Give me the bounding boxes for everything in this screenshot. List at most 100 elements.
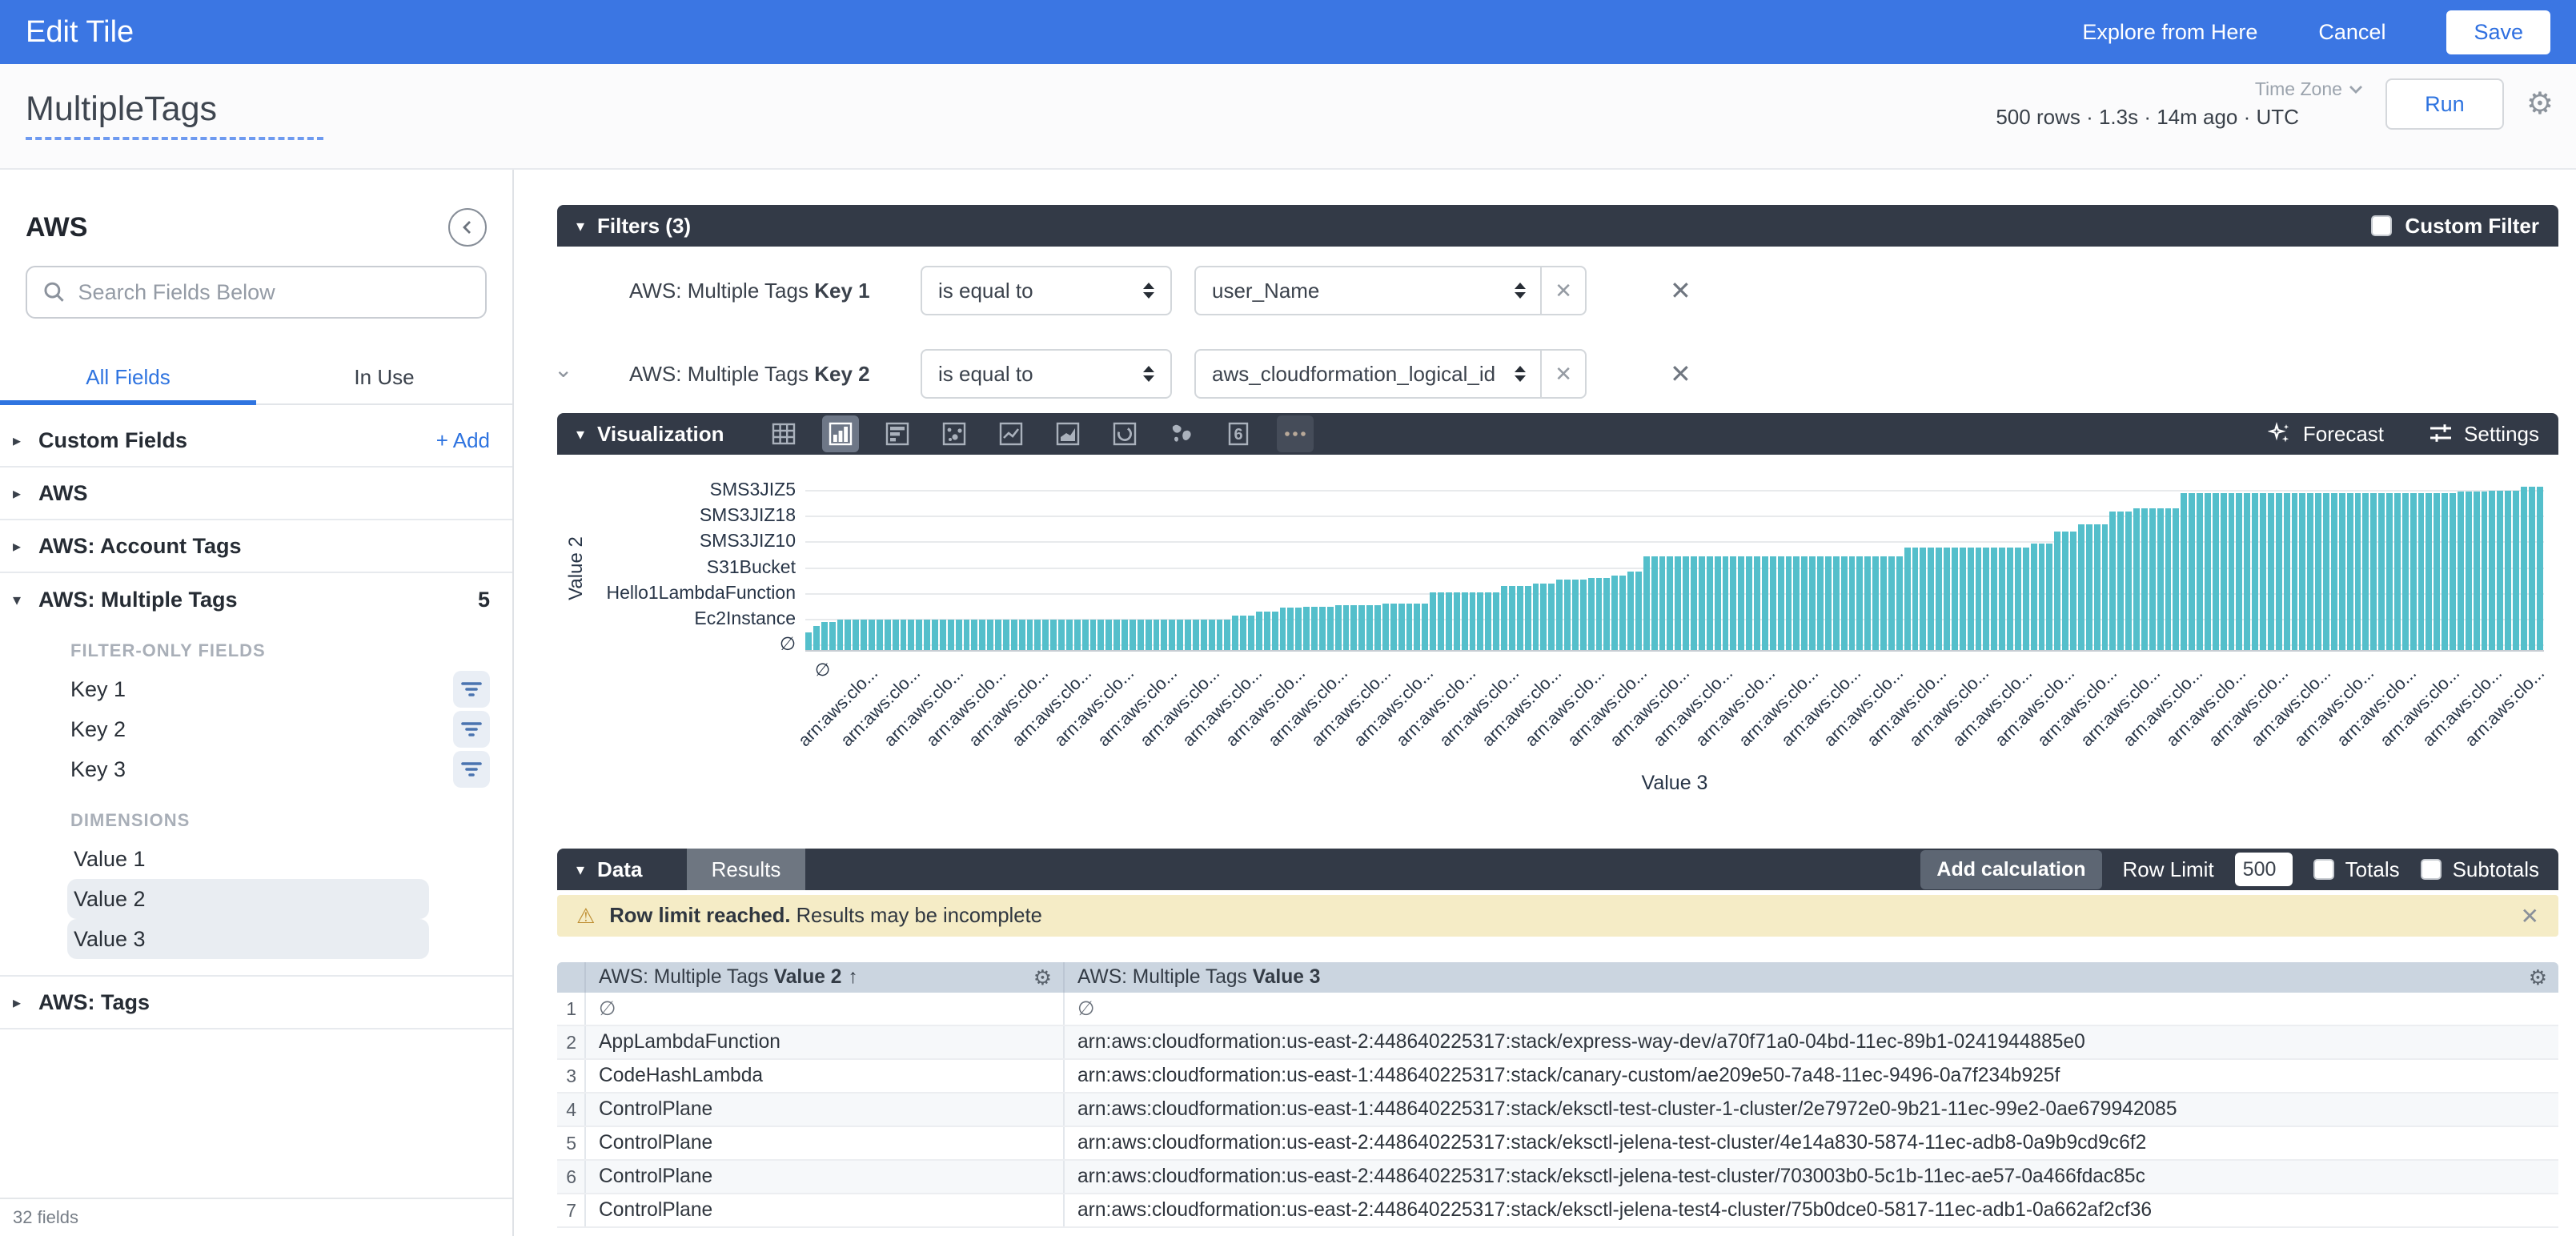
row-number: 3 [557, 1060, 586, 1092]
explore-from-here-button[interactable]: Explore from Here [2082, 20, 2257, 45]
field-count-footer: 32 fields [0, 1198, 512, 1236]
timezone-dropdown[interactable]: Time Zone [2255, 78, 2363, 100]
filter-field-button[interactable] [453, 711, 490, 748]
remove-filter-icon[interactable]: ✕ [1670, 359, 1691, 389]
single-value-icon[interactable]: 6 [1220, 415, 1257, 452]
bar-chart-icon[interactable] [822, 415, 859, 452]
tab-in-use[interactable]: In Use [256, 351, 512, 403]
chart-bar [2117, 512, 2124, 650]
tile-name-input[interactable]: MultipleTags [26, 90, 323, 140]
cell-value-2: ControlPlane [586, 1094, 1065, 1126]
filter-operator-select[interactable]: is equal to [921, 266, 1172, 315]
chart-bar [1185, 620, 1191, 650]
remove-filter-icon[interactable]: ✕ [1670, 275, 1691, 306]
column-gear-icon[interactable]: ⚙ [2529, 967, 2547, 988]
sidebar-item-custom-fields[interactable]: ▸ Custom Fields + Add [0, 415, 512, 468]
chart-bar [1509, 586, 1515, 650]
chart-bar [1999, 548, 2005, 650]
clear-value-icon[interactable]: ✕ [1540, 351, 1585, 397]
gear-icon[interactable]: ⚙ [2526, 89, 2554, 119]
chart-bar [1817, 556, 1824, 650]
chart-bar [2513, 491, 2519, 650]
sidebar-item-aws[interactable]: ▸ AWS [0, 468, 512, 520]
filter-row: AWS: Multiple Tags Key 1 is equal to use… [557, 266, 1691, 315]
chart-bar [1438, 592, 1444, 650]
chart-bar [1715, 556, 1721, 650]
totals-checkbox[interactable] [2313, 859, 2334, 880]
chart-bar [971, 620, 977, 650]
chart-bar [1746, 556, 1752, 650]
row-limit-input[interactable] [2235, 853, 2293, 886]
caret-down-icon[interactable]: ▾ [576, 216, 584, 236]
collapse-sidebar-button[interactable] [448, 208, 487, 247]
search-input[interactable] [78, 280, 469, 305]
chart-bar [813, 626, 820, 650]
chart-bar [1691, 556, 1697, 650]
row-number: 7 [557, 1194, 586, 1226]
more-icon[interactable] [1277, 415, 1314, 452]
chart-bar [2442, 493, 2448, 650]
add-custom-field-button[interactable]: + Add [436, 428, 490, 453]
chart-bar [2078, 524, 2084, 650]
field-value-2[interactable]: Value 2 [67, 879, 429, 919]
chart-bar [1303, 607, 1310, 650]
cell-value-3: arn:aws:cloudformation:us-east-2:4486402… [1065, 1127, 2558, 1159]
chart-bar [1414, 604, 1420, 650]
field-value-1[interactable]: Value 1 [67, 839, 429, 879]
tab-all-fields[interactable]: All Fields [0, 351, 256, 403]
field-value-3[interactable]: Value 3 [67, 919, 429, 959]
table-row: 4ControlPlanearn:aws:cloudformation:us-e… [557, 1094, 2558, 1127]
line-chart-icon[interactable] [993, 415, 1029, 452]
chart-bar [1976, 548, 1982, 650]
add-calculation-button[interactable]: Add calculation [1920, 850, 2101, 889]
table-icon[interactable] [765, 415, 802, 452]
sidebar-item-aws-account-tags[interactable]: ▸ AWS: Account Tags [0, 520, 512, 573]
cancel-button[interactable]: Cancel [2318, 20, 2385, 45]
map-icon[interactable] [1163, 415, 1200, 452]
filter-value-select[interactable]: user_Name ✕ [1194, 266, 1587, 315]
field-key-2[interactable]: Key 2 [0, 709, 512, 749]
chart-bar [1651, 556, 1658, 650]
chart-bar [1588, 578, 1595, 650]
chart-bar [869, 620, 875, 650]
filter-value-select[interactable]: aws_cloudformation_logical_id ✕ [1194, 349, 1587, 399]
area-chart-icon[interactable] [1049, 415, 1086, 452]
horizontal-bar-icon[interactable] [879, 415, 916, 452]
chart-bar [1003, 620, 1009, 650]
column-header-value-3[interactable]: AWS: Multiple Tags Value 3 ⚙ [1065, 962, 2558, 993]
chart-bar [1130, 620, 1136, 650]
sidebar-item-aws-tags[interactable]: ▸ AWS: Tags [0, 977, 512, 1029]
chart-bar [924, 620, 930, 650]
column-gear-icon[interactable]: ⚙ [1033, 967, 1052, 988]
field-key-3[interactable]: Key 3 [0, 749, 512, 789]
field-key-1[interactable]: Key 1 [0, 669, 512, 709]
caret-right-icon: ▸ [13, 431, 38, 451]
save-button[interactable]: Save [2446, 10, 2550, 54]
chart-bar [1121, 620, 1128, 650]
scatter-icon[interactable] [936, 415, 973, 452]
forecast-button[interactable]: Forecast [2268, 422, 2384, 447]
run-button[interactable]: Run [2385, 78, 2504, 130]
filter-operator-select[interactable]: is equal to [921, 349, 1172, 399]
chart-bar [1398, 604, 1405, 650]
tab-results[interactable]: Results [687, 849, 805, 890]
chart-bar [2252, 493, 2258, 650]
settings-button[interactable]: Settings [2429, 422, 2539, 447]
column-header-value-2[interactable]: AWS: Multiple Tags Value 2↑ ⚙ [586, 962, 1065, 993]
clear-value-icon[interactable]: ✕ [1540, 267, 1585, 314]
chart-bar [2102, 524, 2109, 650]
custom-filter-checkbox[interactable] [2371, 215, 2392, 236]
filter-lines-icon [459, 677, 484, 701]
chart-bar [1366, 605, 1373, 650]
subtotals-checkbox[interactable] [2421, 859, 2442, 880]
filter-field-button[interactable] [453, 671, 490, 708]
chart-bar [2236, 493, 2242, 650]
donut-icon[interactable] [1106, 415, 1143, 452]
sidebar-item-aws-multiple-tags[interactable]: ▾ AWS: Multiple Tags 5 [0, 573, 512, 626]
close-icon[interactable]: ✕ [2521, 903, 2539, 929]
caret-down-icon[interactable]: ▾ [576, 424, 584, 444]
chart-bar [2086, 524, 2092, 650]
chart-bar [1683, 556, 1689, 650]
caret-down-icon[interactable]: ▾ [576, 860, 584, 880]
filter-field-button[interactable] [453, 751, 490, 788]
